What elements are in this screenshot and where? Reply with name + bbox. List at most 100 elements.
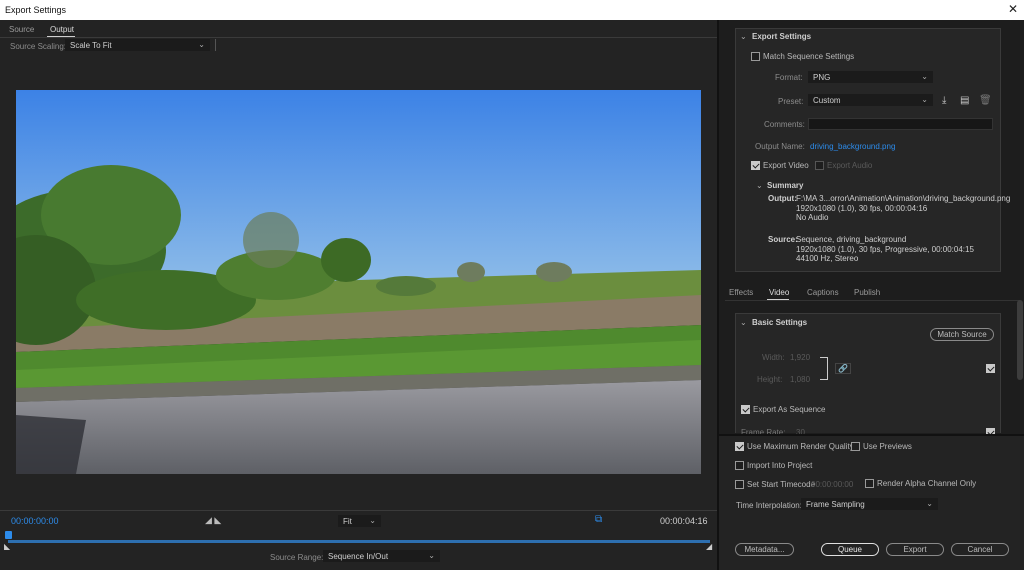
divider <box>0 37 717 38</box>
output-name-label: Output Name: <box>755 142 805 151</box>
chevron-down-icon[interactable]: ⌄ <box>756 181 763 190</box>
tab-captions[interactable]: Captions <box>807 288 839 297</box>
set-start-timecode-checkbox[interactable] <box>735 480 744 489</box>
height-label: Height: <box>757 375 783 384</box>
shadow <box>16 415 86 474</box>
preset-value: Custom <box>813 96 841 105</box>
export-audio-checkbox[interactable] <box>815 161 824 170</box>
render-alpha-checkbox[interactable] <box>865 479 874 488</box>
comments-input[interactable] <box>808 118 993 130</box>
height-value[interactable]: 1,080 <box>790 375 810 384</box>
match-sequence-checkbox[interactable] <box>751 52 760 61</box>
import-preset-icon[interactable]: ▤ <box>960 95 969 106</box>
metadata-button[interactable]: Metadata... <box>735 543 794 556</box>
video-frame <box>16 90 701 474</box>
link-dimensions-icon[interactable]: 🔗 <box>835 363 851 374</box>
source-range-dropdown[interactable]: Sequence In/Out ⌄ <box>323 550 440 562</box>
source-range-value: Sequence In/Out <box>328 552 389 561</box>
timeline-track[interactable] <box>8 540 710 543</box>
summary-output-line: 1920x1080 (1.0), 30 fps, 00:00:04:16 <box>796 203 928 213</box>
tab-publish[interactable]: Publish <box>854 288 880 297</box>
safe-margins-icon[interactable]: ⧉ <box>595 514 602 525</box>
zoom-dropdown[interactable]: Fit ⌄ <box>338 515 381 527</box>
summary-output-line: F:\MA 3...orror\Animation\Animation\driv… <box>796 194 1011 203</box>
max-render-quality-checkbox[interactable] <box>735 442 744 451</box>
title-bar: Export Settings ✕ <box>0 0 1024 20</box>
tab-video[interactable]: Video <box>769 288 789 297</box>
chevron-down-icon: ⌄ <box>921 72 928 81</box>
export-video-checkbox[interactable] <box>751 161 760 170</box>
source-scaling-value: Scale To Fit <box>70 41 112 50</box>
summary-source-line: 44100 Hz, Stereo <box>796 254 859 263</box>
tree <box>243 212 299 268</box>
export-as-sequence-checkbox[interactable] <box>741 405 750 414</box>
out-point-icon[interactable]: ◢ <box>706 542 712 551</box>
tab-effects[interactable]: Effects <box>729 288 753 297</box>
mark-in-icon[interactable]: ◢ ◣ <box>205 515 221 526</box>
source-range-label: Source Range: <box>270 553 324 562</box>
end-timecode: 00:00:04:16 <box>660 516 708 526</box>
preset-label: Preset: <box>778 97 804 106</box>
tab-source[interactable]: Source <box>9 25 34 34</box>
width-value[interactable]: 1,920 <box>790 353 810 362</box>
video-preview <box>16 90 701 474</box>
time-interpolation-value: Frame Sampling <box>806 500 865 509</box>
save-preset-icon[interactable]: ⤓ <box>942 95 946 106</box>
summary-source-details: Sequence, driving_background 1920x1080 (… <box>796 235 974 264</box>
chevron-down-icon: ⌄ <box>921 95 928 104</box>
format-value: PNG <box>813 73 831 82</box>
current-timecode[interactable]: 00:00:00:00 <box>11 516 59 526</box>
delete-preset-icon[interactable]: 🗑 <box>979 95 992 106</box>
summary-source-line: 1920x1080 (1.0), 30 fps, Progressive, 00… <box>796 244 974 254</box>
set-start-timecode-label: Set Start Timecode <box>747 480 816 489</box>
time-interpolation-dropdown[interactable]: Frame Sampling ⌄ <box>801 498 938 510</box>
summary-title: Summary <box>767 181 804 190</box>
format-dropdown[interactable]: PNG ⌄ <box>808 71 933 83</box>
match-source-button[interactable]: Match Source <box>930 328 994 341</box>
width-height-checkbox[interactable] <box>986 364 995 373</box>
summary-output-label: Output: <box>768 194 797 203</box>
tree <box>457 262 485 282</box>
tree <box>321 238 371 282</box>
use-previews-checkbox[interactable] <box>851 442 860 451</box>
max-render-quality-label: Use Maximum Render Quality <box>747 442 854 451</box>
chevron-down-icon: ⌄ <box>926 499 933 508</box>
basic-settings-title: Basic Settings <box>752 318 808 327</box>
start-timecode-value[interactable]: 00:00:00:00 <box>811 480 853 489</box>
source-scaling-label: Source Scaling: <box>10 42 67 51</box>
time-interpolation-label: Time Interpolation: <box>736 501 802 510</box>
export-audio-label: Export Audio <box>827 161 873 170</box>
bush <box>376 276 436 296</box>
chevron-down-icon[interactable]: ⌄ <box>740 318 747 327</box>
import-into-project-checkbox[interactable] <box>735 461 744 470</box>
chevron-down-icon: ⌄ <box>198 40 205 49</box>
preset-dropdown[interactable]: Custom ⌄ <box>808 94 933 106</box>
zoom-value: Fit <box>343 517 352 526</box>
export-button[interactable]: Export <box>886 543 944 556</box>
output-name-link[interactable]: driving_background.png <box>810 142 895 151</box>
tree <box>536 262 572 282</box>
use-previews-label: Use Previews <box>863 442 912 451</box>
divider <box>215 39 216 51</box>
summary-source-line: Sequence, driving_background <box>796 235 907 244</box>
window-title: Export Settings <box>5 5 67 15</box>
summary-output-details: F:\MA 3...orror\Animation\Animation\driv… <box>796 194 1010 223</box>
source-scaling-dropdown[interactable]: Scale To Fit ⌄ <box>65 39 210 51</box>
export-as-sequence-label: Export As Sequence <box>753 405 826 414</box>
link-bracket <box>820 357 828 380</box>
summary-output-line: No Audio <box>796 213 829 222</box>
close-icon[interactable]: ✕ <box>1008 2 1018 16</box>
format-label: Format: <box>775 73 803 82</box>
divider <box>0 510 717 511</box>
import-into-project-label: Import Into Project <box>747 461 813 470</box>
playhead[interactable] <box>5 531 12 539</box>
cancel-button[interactable]: Cancel <box>951 543 1009 556</box>
queue-button[interactable]: Queue <box>821 543 879 556</box>
chevron-down-icon[interactable]: ⌄ <box>740 32 747 41</box>
chevron-down-icon: ⌄ <box>369 516 376 525</box>
tab-output[interactable]: Output <box>50 25 74 34</box>
in-point-icon[interactable]: ◣ <box>4 542 10 551</box>
scrollbar[interactable] <box>1017 300 1023 380</box>
divider <box>725 300 1020 301</box>
render-alpha-label: Render Alpha Channel Only <box>877 479 977 488</box>
